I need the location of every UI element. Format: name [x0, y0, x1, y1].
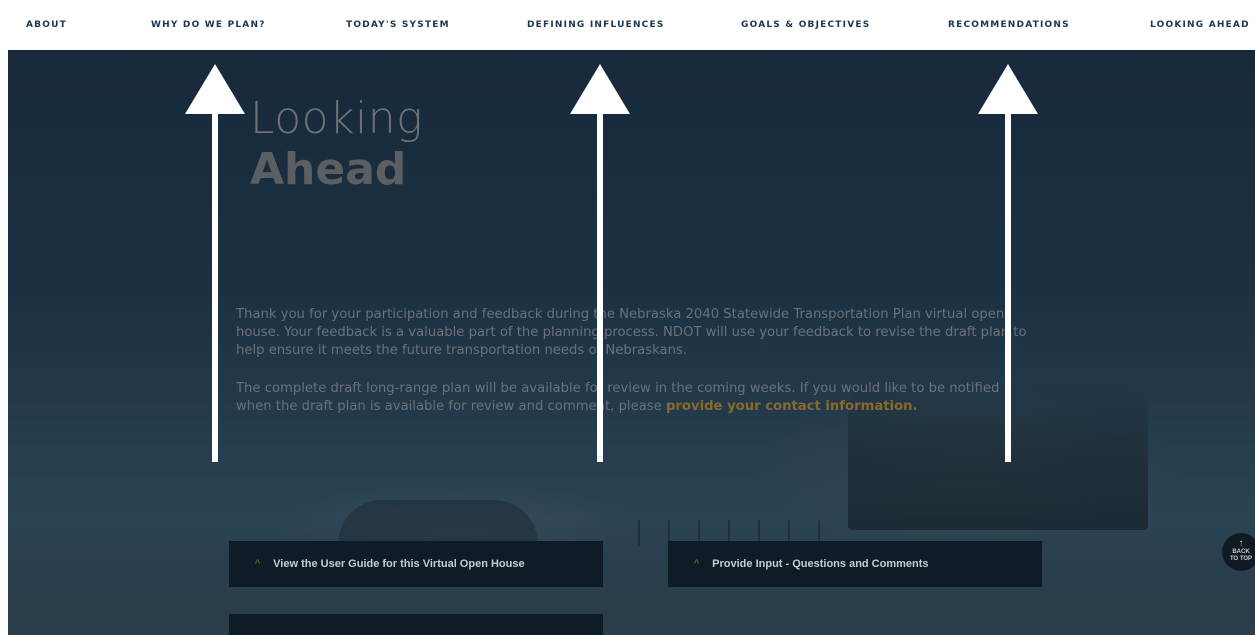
user-guide-accordion[interactable]: ^ View the User Guide for this Virtual O… — [229, 541, 603, 587]
nav-item-looking-ahead[interactable]: LOOKING AHEAD — [1150, 20, 1250, 30]
page-title-light: Looking — [250, 93, 424, 144]
arrow-up-icon: ↑ — [1238, 538, 1244, 549]
nav-item-goals-objectives[interactable]: GOALS & OBJECTIVES — [741, 20, 870, 30]
page-title: Looking Ahead — [250, 93, 424, 195]
nav-item-recommendations[interactable]: RECOMMENDATIONS — [948, 20, 1070, 30]
accordion-label: Provide Input - Questions and Comments — [712, 558, 929, 570]
chevron-up-icon: ^ — [694, 558, 700, 570]
third-accordion[interactable] — [229, 614, 603, 635]
notify-paragraph: The complete draft long-range plan will … — [236, 380, 1036, 416]
nav-item-todays-system[interactable]: TODAY'S SYSTEM — [346, 20, 450, 30]
provide-input-accordion[interactable]: ^ Provide Input - Questions and Comments — [668, 541, 1042, 587]
annotation-arrow-up-icon — [570, 64, 630, 462]
annotation-arrow-up-icon — [978, 64, 1038, 462]
accordion-label: View the User Guide for this Virtual Ope… — [273, 558, 525, 570]
annotation-arrow-up-icon — [185, 64, 245, 462]
background-ground — [8, 520, 1255, 635]
contact-info-link[interactable]: provide your contact information. — [666, 399, 918, 414]
nav-item-defining-influences[interactable]: DEFINING INFLUENCES — [527, 20, 665, 30]
back-to-top-button[interactable]: ↑ BACK TO TOP — [1222, 533, 1255, 571]
intro-paragraph: Thank you for your participation and fee… — [236, 307, 1027, 358]
back-to-top-line2: TO TOP — [1229, 556, 1253, 562]
top-navigation: ABOUT WHY DO WE PLAN? TODAY'S SYSTEM DEF… — [0, 0, 1255, 50]
nav-item-about[interactable]: ABOUT — [26, 20, 67, 30]
back-to-top-line1: BACK — [1232, 549, 1250, 555]
fence-post — [638, 520, 640, 546]
page-title-bold: Ahead — [250, 143, 407, 195]
nav-item-why-do-we-plan[interactable]: WHY DO WE PLAN? — [151, 20, 266, 30]
chevron-up-icon: ^ — [255, 558, 261, 570]
